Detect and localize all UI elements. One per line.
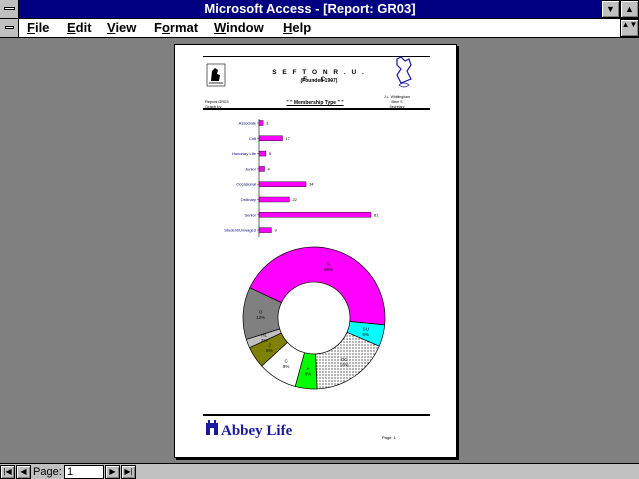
bar-value-label: 22 — [292, 197, 297, 202]
bar-category-label: Ordinary — [241, 197, 256, 202]
slice-label: O — [259, 309, 263, 314]
prev-page-icon: ◀ — [20, 467, 27, 476]
page-number-input[interactable] — [64, 465, 104, 479]
restore-button[interactable]: ▲▼ — [620, 19, 639, 37]
bar-category-label: Honorary Life — [232, 151, 257, 156]
system-menu-icon — [4, 7, 15, 10]
bar — [258, 166, 265, 172]
menu-format[interactable]: Format — [154, 19, 198, 37]
horse-crest-logo — [396, 56, 412, 88]
last-page-icon: ▶| — [124, 467, 133, 476]
menu-help[interactable]: Help — [283, 19, 311, 37]
page-footer: Page: 1 — [382, 435, 396, 440]
restore-icon: ▲▼ — [621, 20, 638, 29]
bar-value-label: 3 — [266, 121, 269, 126]
bar-value-label: 4 — [268, 166, 271, 171]
bar-value-label: 5 — [269, 151, 272, 156]
menu-bar: File Edit View Format Window Help ▲▼ — [0, 19, 639, 38]
slice-label: OC — [341, 357, 349, 362]
bar — [258, 120, 264, 126]
maximize-button[interactable]: ▲ — [620, 0, 639, 18]
bar-category-label: Junior — [245, 166, 257, 171]
next-page-button[interactable]: ▶ — [105, 465, 120, 479]
bar — [258, 135, 283, 141]
bar-value-label: 9 — [274, 228, 277, 233]
bar — [258, 212, 372, 218]
bar-category-label: Associate — [239, 121, 257, 126]
slice-label: J — [268, 343, 270, 348]
prev-page-button[interactable]: ◀ — [16, 465, 31, 479]
first-page-icon: |◀ — [3, 467, 12, 476]
menu-view[interactable]: View — [107, 19, 136, 37]
menu-edit[interactable]: Edit — [67, 19, 92, 37]
slice-label: SU — [363, 326, 369, 331]
slice-percent: 5% — [266, 348, 273, 353]
bar-value-label: 34 — [309, 182, 314, 187]
membership-bar-chart: Associate 3 Colt 17 Honorary Life 5 Junior 4 Occ… — [224, 119, 379, 237]
maximize-icon: ▲ — [625, 4, 634, 14]
document-control-icon — [5, 26, 14, 29]
first-page-button[interactable]: |◀ — [0, 465, 15, 479]
bar-value-label: 81 — [374, 212, 379, 217]
slice-label: S — [327, 261, 330, 266]
slice-percent: 5% — [305, 372, 312, 377]
slice-percent: 45% — [324, 267, 333, 272]
minimize-button[interactable]: ▼ — [601, 0, 620, 18]
document-control-button[interactable] — [0, 19, 19, 37]
bar-category-label: Occasional — [236, 182, 256, 187]
sponsor-name: Abbey Life — [221, 423, 293, 439]
next-page-icon: ▶ — [109, 467, 116, 476]
bar-category-label: Student/Unwaged — [224, 228, 256, 233]
menu-window[interactable]: Window — [214, 19, 264, 37]
report-info-left: Report GR03 Graph by — [205, 99, 229, 109]
slice-percent: 18% — [340, 363, 349, 368]
report-info-right: J.L. Whittingham Mem S Secretary — [383, 95, 411, 109]
bar-category-label: Senior — [244, 212, 256, 217]
report-page: S E F T O N R . U . F . C . (Founded 190… — [174, 44, 457, 458]
bar — [258, 227, 272, 233]
slice-percent: 5% — [363, 332, 370, 337]
bar-category-label: Colt — [249, 136, 257, 141]
horizontal-scrollbar[interactable] — [138, 465, 639, 479]
slice-label: A — [306, 366, 309, 371]
title-bar: Microsoft Access - [Report: GR03] ▼ ▲ — [0, 0, 639, 19]
bar — [258, 150, 267, 157]
window-title: Microsoft Access - [Report: GR03] — [204, 1, 416, 16]
slice-percent: 2% — [261, 338, 268, 343]
bar-value-label: 17 — [286, 136, 291, 141]
report-title: " " Membership Type " " — [286, 100, 344, 106]
footer-rule — [203, 414, 430, 416]
slice-percent: 9% — [283, 364, 290, 369]
system-menu-button[interactable] — [0, 0, 19, 18]
membership-donut-chart: S45%SU5%OC18%A5%C9%J5%HL2%O12% — [242, 246, 386, 390]
liver-bird-logo — [206, 63, 226, 87]
navigation-bar: |◀ ◀ Page: ▶ ▶| — [0, 463, 639, 479]
minimize-icon: ▼ — [606, 4, 615, 14]
bar — [258, 196, 290, 203]
page-label: Page: — [33, 466, 62, 478]
menu-file[interactable]: File — [27, 19, 49, 37]
founded-text: (Founded 1907) — [300, 78, 338, 84]
slice-percent: 12% — [256, 315, 265, 320]
bar — [258, 181, 307, 187]
last-page-button[interactable]: ▶| — [121, 465, 136, 479]
abbey-life-logo — [206, 420, 218, 435]
